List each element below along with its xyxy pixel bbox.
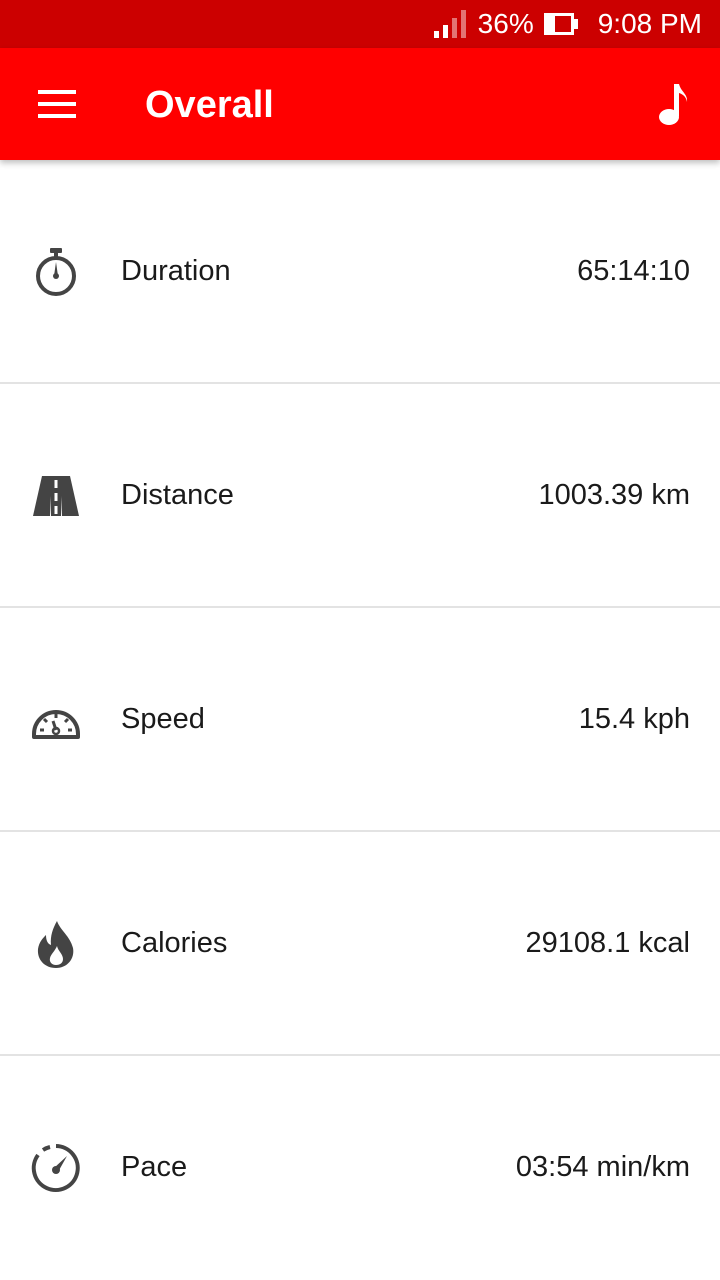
app-bar: Overall [0, 48, 720, 160]
signal-strength-icon [433, 10, 466, 38]
stats-list: Duration 65:14:10 Distance 1003.39 km Sp… [0, 160, 720, 1280]
hamburger-menu-icon[interactable] [38, 90, 76, 118]
page-title: Overall [145, 84, 274, 126]
road-icon [30, 470, 82, 522]
battery-percent: 36% [477, 8, 534, 39]
stat-row-distance: Distance 1003.39 km [0, 384, 720, 608]
stat-label: Pace [121, 1151, 188, 1183]
battery-icon [543, 13, 578, 35]
stat-label: Distance [121, 479, 234, 511]
stat-row-pace: Pace 03:54 min/km [0, 1056, 720, 1280]
speedometer-icon [30, 694, 82, 746]
stat-label: Calories [121, 927, 228, 959]
stat-value: 03:54 min/km [515, 1151, 690, 1183]
pace-gauge-icon [30, 1142, 82, 1194]
stat-row-duration: Duration 65:14:10 [0, 160, 720, 384]
stat-row-speed: Speed 15.4 kph [0, 608, 720, 832]
status-bar: 36% 9:08 PM [0, 0, 720, 48]
stat-value: 65:14:10 [577, 255, 690, 287]
stat-label: Speed [121, 703, 205, 735]
stopwatch-icon [30, 246, 82, 298]
clock: 9:08 PM [597, 8, 702, 39]
flame-icon [30, 918, 82, 970]
stat-label: Duration [121, 255, 231, 287]
stat-row-calories: Calories 29108.1 kcal [0, 832, 720, 1056]
stat-value: 15.4 kph [578, 703, 690, 735]
music-note-icon[interactable] [658, 82, 690, 126]
stat-value: 29108.1 kcal [525, 927, 690, 959]
stat-value: 1003.39 km [538, 479, 690, 511]
